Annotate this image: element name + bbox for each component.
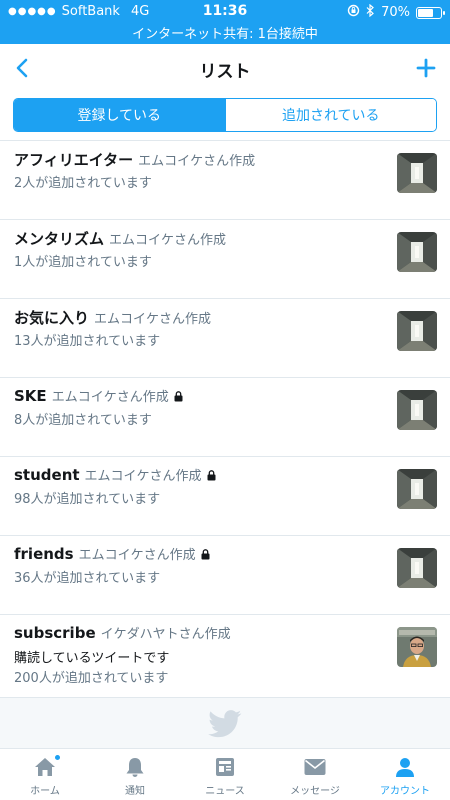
- list-creator: エムコイケさん作成: [78, 548, 196, 563]
- list-name: student: [14, 466, 80, 484]
- list-thumbnail: [397, 311, 437, 351]
- status-bar: ●●●●● SoftBank 4G 11:36 70% インターネット共有: 1…: [0, 0, 450, 44]
- nav-bar: リスト: [0, 44, 450, 92]
- list-item-title: student エムコイケさん作成: [14, 465, 216, 484]
- list-item-title: メンタリズム エムコイケさん作成: [14, 228, 226, 249]
- list-name: friends: [14, 545, 74, 563]
- list-thumbnail: [397, 469, 437, 509]
- list-thumbnail: [397, 548, 437, 588]
- tab-label: メッセージ: [290, 786, 340, 797]
- tab-account[interactable]: アカウント: [360, 749, 450, 800]
- list-name: subscribe: [14, 624, 96, 642]
- bell-icon: [122, 755, 148, 779]
- tab-label: アカウント: [380, 786, 430, 797]
- list-container: アフィリエイター エムコイケさん作成 2人が追加されています メンタリズム エム…: [0, 141, 450, 698]
- status-right: 70%: [347, 3, 445, 21]
- hotspot-banner[interactable]: インターネット共有: 1台接続中: [0, 23, 450, 42]
- list-creator: エムコイケさん作成: [138, 154, 256, 169]
- list-item[interactable]: メンタリズム エムコイケさん作成 1人が追加されています: [0, 220, 450, 299]
- list-footer: [0, 698, 450, 748]
- envelope-icon: [302, 755, 328, 779]
- battery-fill: [418, 8, 433, 17]
- tab-notifications[interactable]: 通知: [90, 749, 180, 800]
- segment-subscribed[interactable]: 登録している: [14, 99, 225, 131]
- list-creator: エムコイケさん作成: [94, 312, 212, 327]
- lock-icon: [174, 387, 183, 406]
- lock-icon: [207, 466, 216, 485]
- list-name: お気に入り: [14, 309, 90, 327]
- lock-icon: [201, 545, 210, 564]
- rotation-lock-icon: [347, 4, 360, 21]
- list-creator: イケダハヤトさん作成: [100, 627, 231, 642]
- list-item-title: アフィリエイター エムコイケさん作成: [14, 149, 255, 170]
- home-icon: [32, 754, 61, 779]
- tab-news[interactable]: ニュース: [180, 749, 270, 800]
- bluetooth-icon: [366, 3, 375, 21]
- list-item-title: friends エムコイケさん作成: [14, 544, 210, 563]
- list-thumbnail: [397, 627, 437, 667]
- list-creator: エムコイケさん作成: [84, 469, 202, 484]
- list-item[interactable]: friends エムコイケさん作成 36人が追加されています: [0, 536, 450, 615]
- list-name: メンタリズム: [14, 230, 105, 248]
- list-description: 購読しているツイートです: [14, 651, 170, 666]
- member-count: 13人が追加されています: [14, 334, 161, 349]
- list-item[interactable]: SKE エムコイケさん作成 8人が追加されています: [0, 378, 450, 457]
- list-name: SKE: [14, 387, 47, 405]
- tab-label: 通知: [125, 786, 145, 797]
- list-creator: エムコイケさん作成: [109, 233, 227, 248]
- list-item-title: subscribe イケダハヤトさん作成: [14, 623, 231, 642]
- list-item[interactable]: student エムコイケさん作成 98人が追加されています: [0, 457, 450, 536]
- list-item[interactable]: subscribe イケダハヤトさん作成 購読しているツイートです 200人が追…: [0, 615, 450, 698]
- member-count: 200人が追加されています: [14, 671, 169, 686]
- status-row: ●●●●● SoftBank 4G 11:36 70%: [0, 2, 450, 22]
- list-item[interactable]: アフィリエイター エムコイケさん作成 2人が追加されています: [0, 141, 450, 220]
- page-title: リスト: [199, 62, 251, 82]
- tab-messages[interactable]: メッセージ: [270, 749, 360, 800]
- list-thumbnail: [397, 232, 437, 272]
- add-list-button[interactable]: [412, 54, 440, 82]
- list-item-title: SKE エムコイケさん作成: [14, 386, 183, 405]
- list-name: アフィリエイター: [14, 151, 134, 169]
- plus-icon: [416, 58, 436, 78]
- news-icon: [212, 755, 238, 779]
- app-root: ●●●●● SoftBank 4G 11:36 70% インターネット共有: 1…: [0, 0, 450, 800]
- tab-home[interactable]: ホーム: [0, 749, 90, 800]
- member-count: 36人が追加されています: [14, 571, 161, 586]
- notification-dot: [54, 754, 61, 761]
- list-thumbnail: [397, 153, 437, 193]
- member-count: 2人が追加されています: [14, 176, 152, 191]
- list-item[interactable]: お気に入り エムコイケさん作成 13人が追加されています: [0, 299, 450, 378]
- battery-icon: [416, 6, 445, 19]
- member-count: 8人が追加されています: [14, 413, 152, 428]
- person-icon: [392, 755, 418, 779]
- list-item-title: お気に入り エムコイケさん作成: [14, 307, 211, 328]
- segment-member-of[interactable]: 追加されている: [224, 99, 436, 131]
- list-thumbnail: [397, 390, 437, 430]
- tab-label: ホーム: [30, 786, 60, 797]
- tab-bar: ホーム 通知 ニュース メッセージ アカウント: [0, 748, 450, 800]
- twitter-bird-icon: [208, 710, 242, 738]
- segmented-control: 登録している 追加されている: [13, 98, 437, 132]
- list-creator: エムコイケさん作成: [51, 390, 169, 405]
- member-count: 1人が追加されています: [14, 255, 152, 270]
- member-count: 98人が追加されています: [14, 492, 161, 507]
- tab-label: ニュース: [205, 786, 245, 797]
- battery-percent: 70%: [381, 5, 410, 20]
